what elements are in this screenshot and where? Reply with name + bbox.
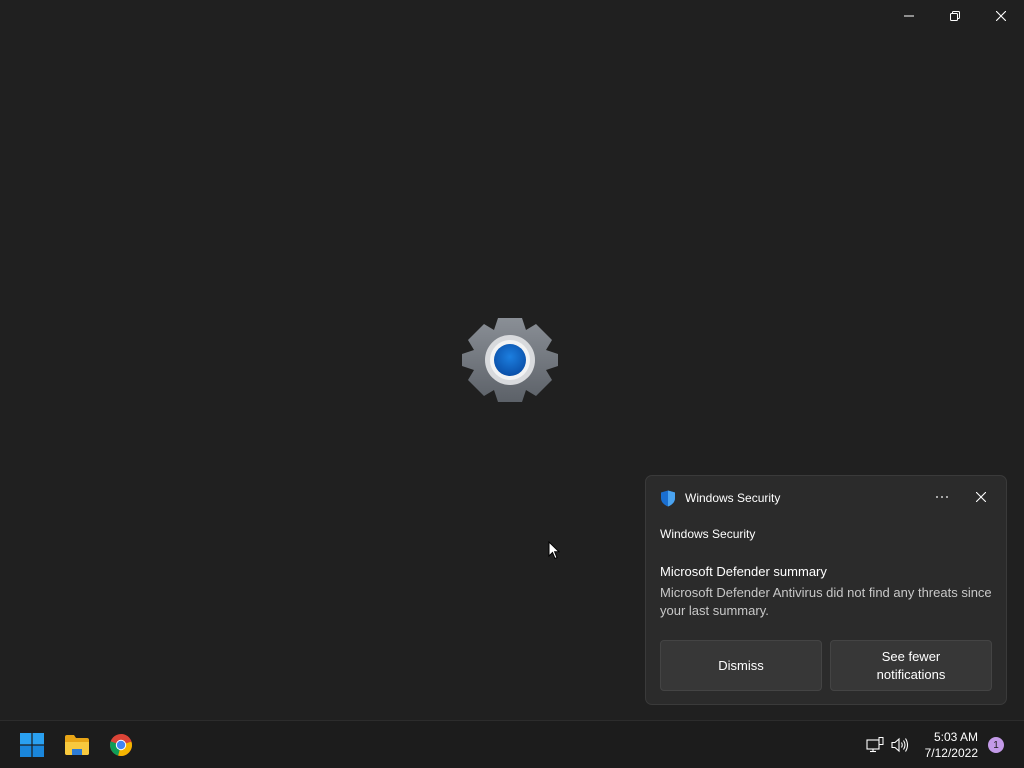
start-button[interactable] [14, 727, 50, 763]
clock-time: 5:03 AM [933, 730, 978, 744]
taskbar-clock[interactable]: 5:03 AM 7/12/2022 [916, 729, 978, 761]
toast-close-button[interactable] [970, 486, 992, 508]
toast-more-button[interactable] [930, 486, 954, 508]
network-tray-button[interactable] [865, 735, 885, 755]
toast-title: Microsoft Defender summary [660, 564, 827, 579]
file-explorer-button[interactable] [59, 727, 95, 763]
windows-logo-icon [20, 733, 44, 757]
settings-gear-icon [462, 318, 558, 402]
toast-app-name: Windows Security [685, 491, 781, 505]
more-icon [936, 496, 948, 498]
notification-count-badge[interactable]: 1 [988, 737, 1004, 753]
minimize-icon [904, 15, 914, 17]
network-icon [866, 737, 884, 753]
see-fewer-notifications-button[interactable]: See fewer notifications [830, 640, 992, 691]
dismiss-button[interactable]: Dismiss [660, 640, 822, 691]
chrome-icon [110, 734, 132, 756]
folder-icon [65, 735, 89, 755]
notification-toast[interactable]: Windows Security Windows Security Micros… [645, 475, 1007, 705]
restore-button[interactable] [932, 0, 978, 32]
volume-tray-button[interactable] [890, 735, 910, 755]
mouse-cursor-icon [548, 541, 560, 560]
close-button[interactable] [978, 0, 1024, 32]
toast-attribution: Windows Security [660, 527, 756, 541]
toast-body: Microsoft Defender Antivirus did not fin… [660, 585, 992, 618]
close-icon [976, 492, 986, 502]
toast-header: Windows Security [660, 489, 780, 507]
minimize-button[interactable] [886, 0, 932, 32]
caption-buttons [886, 0, 1024, 32]
restore-icon [950, 11, 960, 21]
chrome-button[interactable] [103, 727, 139, 763]
volume-icon [891, 737, 909, 753]
taskbar: 5:03 AM 7/12/2022 1 [0, 720, 1024, 768]
close-icon [996, 11, 1006, 21]
shield-icon [661, 490, 675, 506]
clock-date: 7/12/2022 [924, 746, 978, 760]
